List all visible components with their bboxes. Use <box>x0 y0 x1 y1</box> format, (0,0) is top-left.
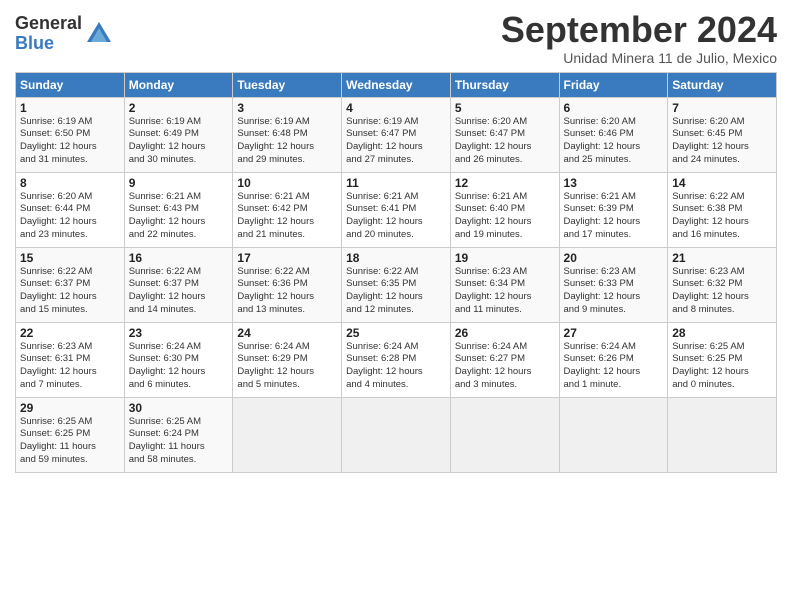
day-9: 9 Sunrise: 6:21 AMSunset: 6:43 PMDayligh… <box>124 172 233 247</box>
day-23: 23 Sunrise: 6:24 AMSunset: 6:30 PMDaylig… <box>124 322 233 397</box>
day-24: 24 Sunrise: 6:24 AMSunset: 6:29 PMDaylig… <box>233 322 342 397</box>
day-27: 27 Sunrise: 6:24 AMSunset: 6:26 PMDaylig… <box>559 322 668 397</box>
day-3: 3 Sunrise: 6:19 AMSunset: 6:48 PMDayligh… <box>233 97 342 172</box>
day-18: 18 Sunrise: 6:22 AMSunset: 6:35 PMDaylig… <box>342 247 451 322</box>
day-5: 5 Sunrise: 6:20 AMSunset: 6:47 PMDayligh… <box>450 97 559 172</box>
day-2: 2 Sunrise: 6:19 AMSunset: 6:49 PMDayligh… <box>124 97 233 172</box>
day-19: 19 Sunrise: 6:23 AMSunset: 6:34 PMDaylig… <box>450 247 559 322</box>
subtitle: Unidad Minera 11 de Julio, Mexico <box>501 50 777 66</box>
title-block: September 2024 Unidad Minera 11 de Julio… <box>501 10 777 66</box>
col-saturday: Saturday <box>668 72 777 97</box>
empty-cell <box>668 397 777 472</box>
logo-text: General Blue <box>15 14 82 54</box>
table-row: 8 Sunrise: 6:20 AMSunset: 6:44 PMDayligh… <box>16 172 777 247</box>
logo-general: General <box>15 14 82 34</box>
table-row: 29 Sunrise: 6:25 AMSunset: 6:25 PMDaylig… <box>16 397 777 472</box>
table-row: 15 Sunrise: 6:22 AMSunset: 6:37 PMDaylig… <box>16 247 777 322</box>
table-row: 22 Sunrise: 6:23 AMSunset: 6:31 PMDaylig… <box>16 322 777 397</box>
day-29: 29 Sunrise: 6:25 AMSunset: 6:25 PMDaylig… <box>16 397 125 472</box>
day-11: 11 Sunrise: 6:21 AMSunset: 6:41 PMDaylig… <box>342 172 451 247</box>
empty-cell <box>342 397 451 472</box>
empty-cell <box>450 397 559 472</box>
day-15: 15 Sunrise: 6:22 AMSunset: 6:37 PMDaylig… <box>16 247 125 322</box>
page-container: General Blue September 2024 Unidad Miner… <box>0 0 792 483</box>
day-28: 28 Sunrise: 6:25 AMSunset: 6:25 PMDaylig… <box>668 322 777 397</box>
day-26: 26 Sunrise: 6:24 AMSunset: 6:27 PMDaylig… <box>450 322 559 397</box>
logo-icon <box>85 20 113 48</box>
table-row: 1 Sunrise: 6:19 AMSunset: 6:50 PMDayligh… <box>16 97 777 172</box>
day-14: 14 Sunrise: 6:22 AMSunset: 6:38 PMDaylig… <box>668 172 777 247</box>
day-30: 30 Sunrise: 6:25 AMSunset: 6:24 PMDaylig… <box>124 397 233 472</box>
day-8: 8 Sunrise: 6:20 AMSunset: 6:44 PMDayligh… <box>16 172 125 247</box>
col-wednesday: Wednesday <box>342 72 451 97</box>
col-sunday: Sunday <box>16 72 125 97</box>
day-25: 25 Sunrise: 6:24 AMSunset: 6:28 PMDaylig… <box>342 322 451 397</box>
empty-cell <box>559 397 668 472</box>
logo-blue: Blue <box>15 34 82 54</box>
header: General Blue September 2024 Unidad Miner… <box>15 10 777 66</box>
day-7: 7 Sunrise: 6:20 AMSunset: 6:45 PMDayligh… <box>668 97 777 172</box>
logo: General Blue <box>15 14 113 54</box>
day-13: 13 Sunrise: 6:21 AMSunset: 6:39 PMDaylig… <box>559 172 668 247</box>
day-16: 16 Sunrise: 6:22 AMSunset: 6:37 PMDaylig… <box>124 247 233 322</box>
col-thursday: Thursday <box>450 72 559 97</box>
col-tuesday: Tuesday <box>233 72 342 97</box>
day-20: 20 Sunrise: 6:23 AMSunset: 6:33 PMDaylig… <box>559 247 668 322</box>
day-1: 1 Sunrise: 6:19 AMSunset: 6:50 PMDayligh… <box>16 97 125 172</box>
day-21: 21 Sunrise: 6:23 AMSunset: 6:32 PMDaylig… <box>668 247 777 322</box>
day-6: 6 Sunrise: 6:20 AMSunset: 6:46 PMDayligh… <box>559 97 668 172</box>
day-12: 12 Sunrise: 6:21 AMSunset: 6:40 PMDaylig… <box>450 172 559 247</box>
day-17: 17 Sunrise: 6:22 AMSunset: 6:36 PMDaylig… <box>233 247 342 322</box>
day-22: 22 Sunrise: 6:23 AMSunset: 6:31 PMDaylig… <box>16 322 125 397</box>
day-10: 10 Sunrise: 6:21 AMSunset: 6:42 PMDaylig… <box>233 172 342 247</box>
col-friday: Friday <box>559 72 668 97</box>
day-4: 4 Sunrise: 6:19 AMSunset: 6:47 PMDayligh… <box>342 97 451 172</box>
empty-cell <box>233 397 342 472</box>
calendar-table: Sunday Monday Tuesday Wednesday Thursday… <box>15 72 777 473</box>
header-row: Sunday Monday Tuesday Wednesday Thursday… <box>16 72 777 97</box>
month-title: September 2024 <box>501 10 777 50</box>
col-monday: Monday <box>124 72 233 97</box>
